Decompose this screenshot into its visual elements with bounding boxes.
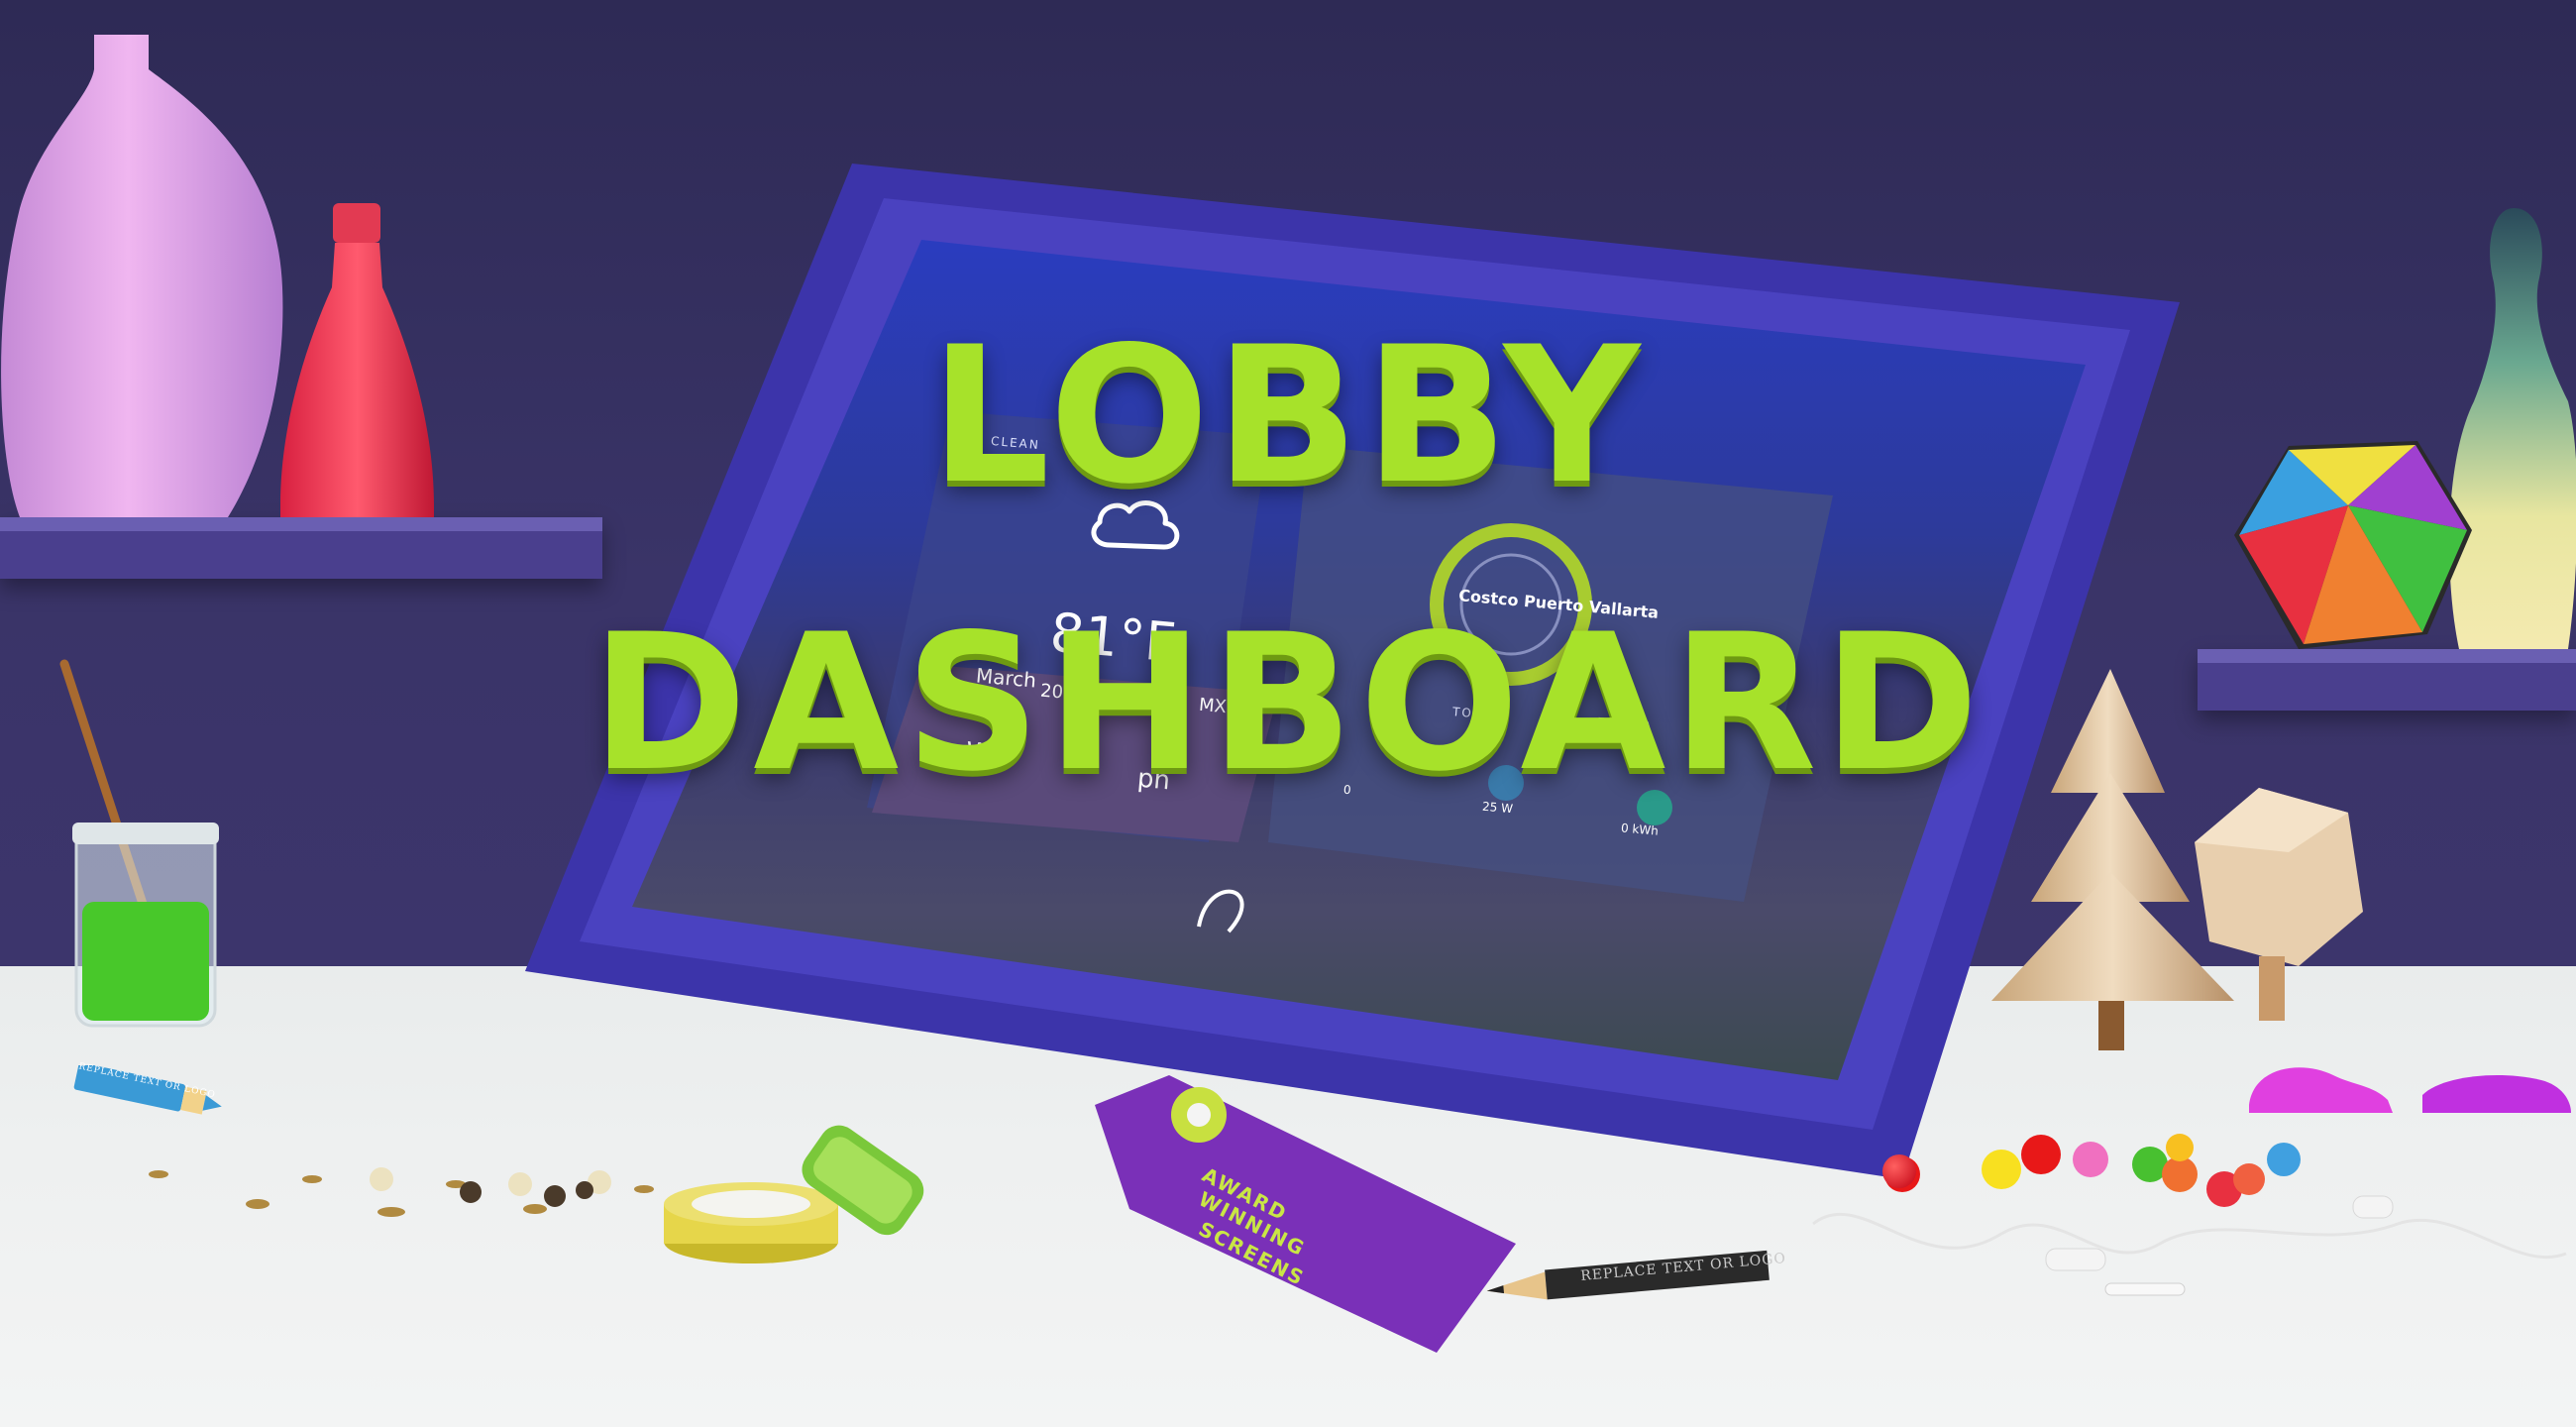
left-shelf — [0, 517, 602, 579]
earphones-illustration — [1812, 1195, 2567, 1296]
award-tag — [1095, 1075, 1516, 1353]
headline-line2: DASHBOARD — [590, 594, 1986, 813]
headline-line1: LOBBY — [929, 306, 1647, 525]
wooden-block-illustration — [2195, 788, 2363, 1021]
red-pin — [1882, 1154, 1916, 1188]
pink-clay-illustration — [2249, 1067, 2571, 1113]
